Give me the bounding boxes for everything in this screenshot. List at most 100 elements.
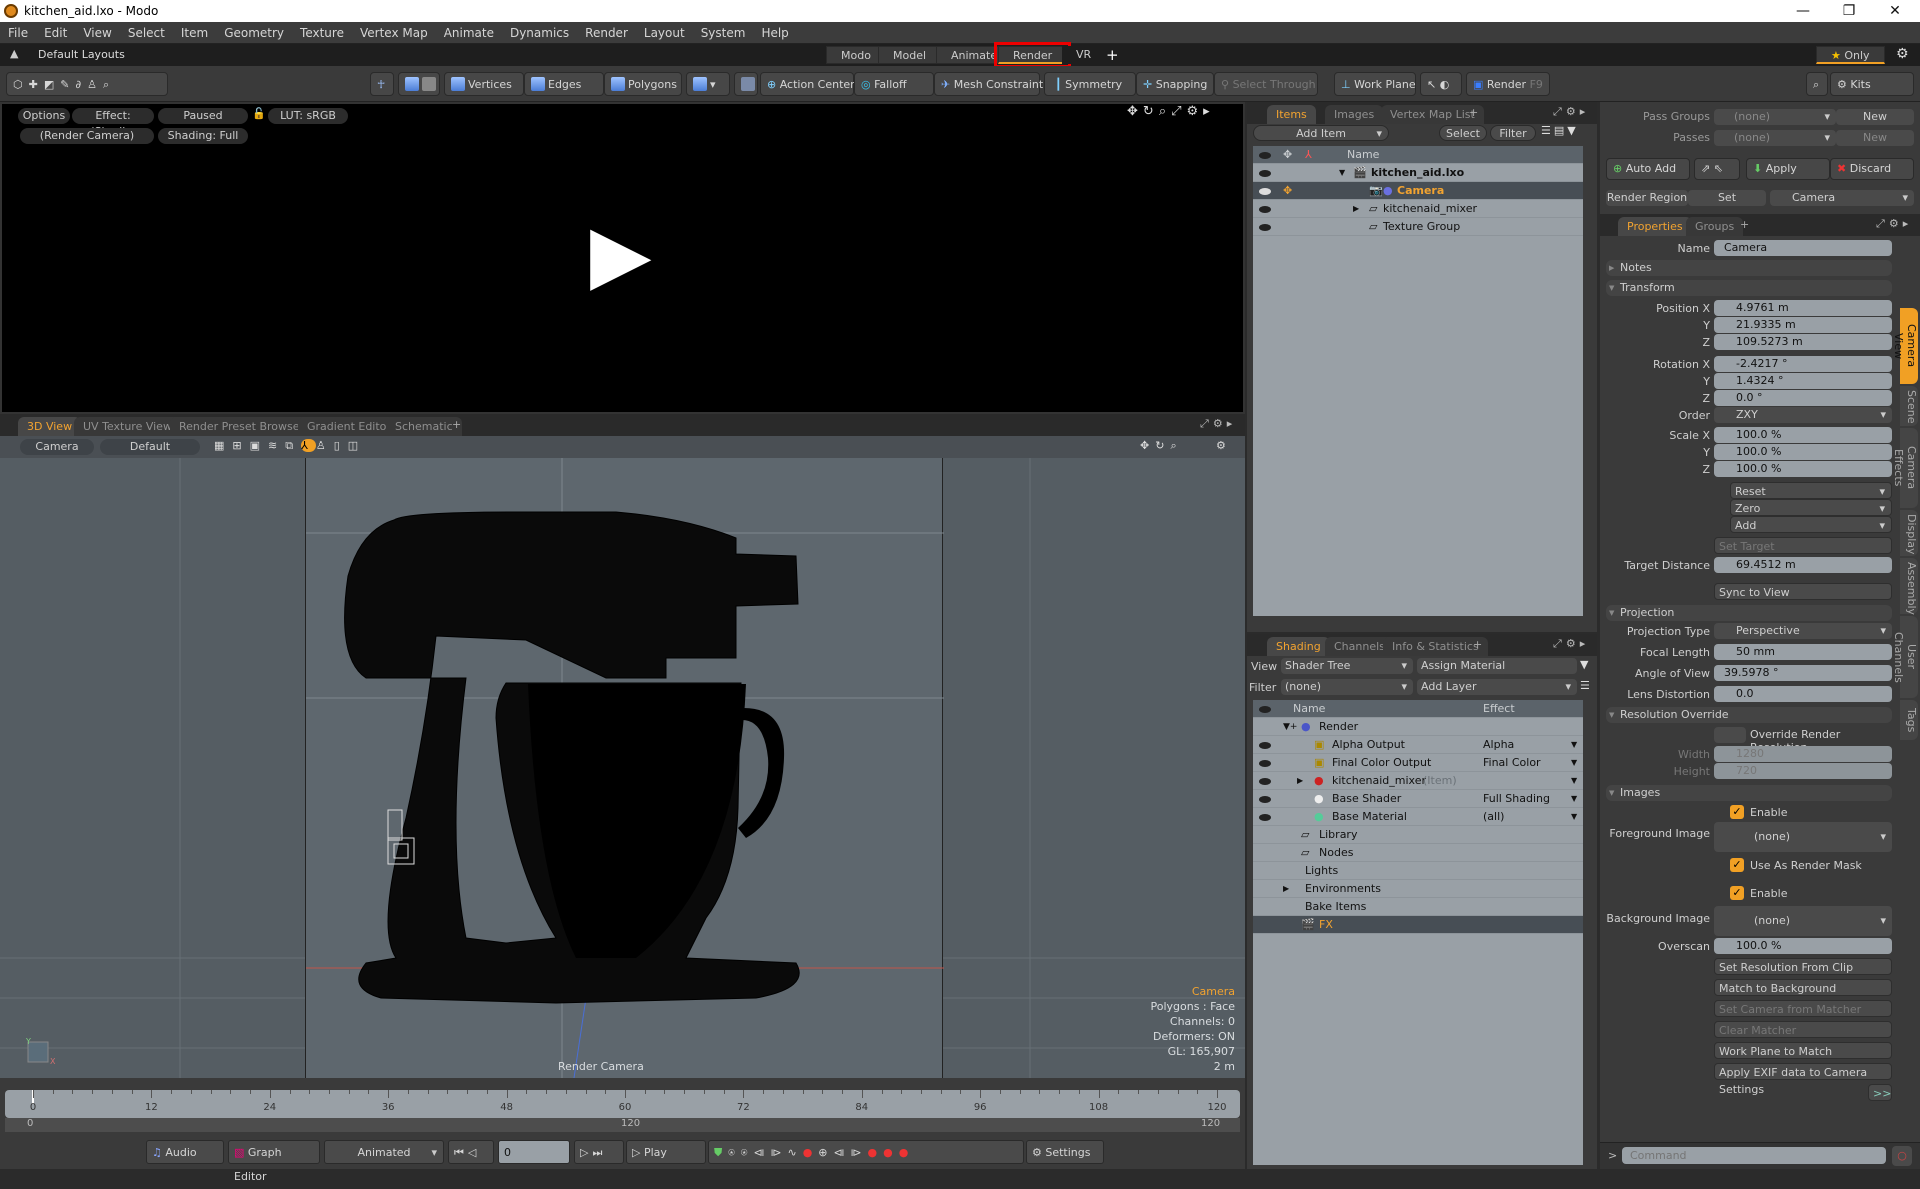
mesh-constraint-button[interactable]: ✈ Mesh Constraint [934, 72, 1043, 96]
visibility-eye-icon[interactable] [1259, 814, 1271, 821]
gear-icon[interactable]: ⚙ [1889, 217, 1903, 230]
add-item-dropdown[interactable]: Add Item [1253, 125, 1389, 142]
key-del-icon[interactable]: ● [868, 1146, 884, 1159]
animated-dropdown[interactable]: Animated [324, 1140, 444, 1165]
layer-icon[interactable]: ▯ [334, 439, 348, 452]
side-tab-display[interactable]: Display [1900, 510, 1918, 556]
3d-viewport[interactable]: Render Camera YX Camera Polygons : Face … [0, 458, 1245, 1078]
sculpt-icon[interactable]: ∂ [75, 78, 87, 91]
symmetry-button[interactable]: ┃ Symmetry [1044, 72, 1136, 96]
push-channel-icon[interactable]: ⇗ [1701, 162, 1710, 175]
pan-icon[interactable]: ✥ [1140, 439, 1155, 452]
visibility-eye-icon[interactable] [1259, 170, 1271, 177]
background-enable-checkbox[interactable]: ✓ [1730, 886, 1744, 900]
side-tab-camera-view[interactable]: Camera View [1892, 308, 1918, 384]
layouts-label[interactable]: Default Layouts [38, 48, 125, 61]
add-tab-button[interactable]: + [1469, 106, 1478, 119]
render-options-button[interactable]: Options [18, 108, 70, 124]
item-mode-button[interactable] [398, 72, 440, 96]
rotate-icon[interactable]: ↻ [1143, 104, 1159, 119]
menu-edit[interactable]: Edit [36, 22, 75, 44]
width-field[interactable]: 1280 [1714, 746, 1892, 762]
restore-button[interactable]: ❐ [1826, 0, 1872, 22]
wire-icon[interactable]: ≋ [268, 439, 285, 452]
prev-key-icon[interactable]: ⧏ [753, 1146, 770, 1159]
new-pass-button[interactable]: New [1836, 130, 1914, 146]
expand-arrow-icon[interactable]: ▶ [1353, 200, 1359, 218]
shader-row-final-color-output[interactable]: ▣ Final Color Output Final Color ▼ [1253, 754, 1583, 772]
funnel-icon[interactable]: ▼ [1567, 124, 1578, 137]
sync-to-view-button[interactable]: Sync to View [1714, 583, 1892, 600]
shading-dropdown[interactable]: Shading: Full [158, 128, 248, 144]
set-resolution-from-clip-button[interactable]: Set Resolution From Clip [1714, 958, 1892, 975]
materials-mode-dropdown[interactable]: ▾ [686, 72, 730, 96]
tab-groups[interactable]: Groups [1686, 217, 1744, 236]
effect-dropdown-icon[interactable]: ▼ [1571, 754, 1577, 772]
settings-button[interactable]: ⚙ Settings [1026, 1140, 1104, 1164]
step-back-icon[interactable]: ◁ [468, 1146, 480, 1159]
polygons-button[interactable]: Polygons [604, 72, 682, 96]
arrow-icon[interactable]: ▸ [1580, 637, 1590, 650]
images-section[interactable]: Images [1606, 785, 1892, 801]
menu-select[interactable]: Select [120, 22, 173, 44]
new-pass-group-button[interactable]: New [1836, 109, 1914, 125]
expand-arrow-icon[interactable]: ▸ [1203, 104, 1215, 119]
tab-schematic[interactable]: Schematic [386, 417, 462, 436]
expand-arrow-icon[interactable]: ▼ [1339, 164, 1345, 182]
position-z-field[interactable]: 109.5273 m [1714, 334, 1892, 350]
select-region-icon[interactable]: ◩ [44, 78, 60, 91]
lut-dropdown[interactable]: LUT: sRGB [268, 108, 348, 124]
render-button[interactable]: ▣ Render F9 [1466, 72, 1550, 96]
skip-start-icon[interactable]: ⏮ [454, 1146, 468, 1159]
gear-icon[interactable]: ⚙ [1566, 105, 1580, 118]
effect-value[interactable]: (all) [1483, 808, 1504, 826]
box-tool-icon[interactable]: ⬡ [13, 78, 29, 91]
command-input[interactable] [1622, 1147, 1886, 1164]
search-tool-icon[interactable]: ⌕ [103, 78, 115, 91]
visibility-eye-icon[interactable] [1259, 760, 1271, 767]
shader-row-render[interactable]: ▼+ ● Render [1253, 718, 1583, 736]
channel-buttons[interactable]: ⇗ ⇖ [1694, 158, 1740, 180]
zoom-icon[interactable]: ⌕ [1159, 104, 1171, 119]
menu-animate[interactable]: Animate [436, 22, 502, 44]
effect-value[interactable]: Full Shading [1483, 790, 1550, 808]
add-dropdown[interactable]: Add [1730, 516, 1892, 534]
falloff-button[interactable]: ◎ Falloff [854, 72, 934, 96]
zero-dropdown[interactable]: Zero [1730, 499, 1892, 517]
background-image-dropdown[interactable]: (none) [1714, 906, 1892, 936]
gear-icon[interactable]: ⚙ [1566, 637, 1580, 650]
discard-button[interactable]: ✖ Discard [1830, 158, 1914, 180]
auto-add-button[interactable]: ⊕ Auto Add [1606, 158, 1690, 180]
side-tab-camera-effects[interactable]: Camera Effects [1892, 428, 1918, 508]
arrow-icon[interactable]: ▸ [1903, 217, 1913, 230]
lock-icon[interactable]: 🔓 [252, 107, 266, 120]
curve-icon[interactable]: ∿ [787, 1146, 802, 1159]
visibility-eye-icon[interactable] [1259, 206, 1271, 213]
list-icon[interactable]: ☰ [1580, 679, 1590, 692]
target-distance-field[interactable]: 69.4512 m [1714, 557, 1892, 573]
shader-row-library[interactable]: ▱ Library [1253, 826, 1583, 844]
apply-exif-button[interactable]: Apply EXIF data to Camera Settings [1714, 1063, 1892, 1096]
layers-icon[interactable]: ◫ [348, 439, 366, 452]
transform-section[interactable]: Transform [1606, 280, 1892, 296]
menu-file[interactable]: File [0, 22, 36, 44]
add-tab-button[interactable]: + [1473, 638, 1482, 651]
rotation-z-field[interactable]: 0.0 ° [1714, 390, 1892, 406]
effect-dropdown-icon[interactable]: ▼ [1571, 772, 1577, 790]
arrow-icon[interactable]: ▸ [1580, 105, 1590, 118]
maximize-icon[interactable]: ⤢ [1200, 417, 1213, 430]
layout-tab-model[interactable]: Model [878, 46, 942, 64]
skip-end-icon[interactable]: ⏭ [592, 1146, 606, 1159]
view-dropdown[interactable]: Shader Tree [1281, 658, 1413, 674]
match-to-background-button[interactable]: Match to Background [1714, 979, 1892, 996]
settings-gear-icon[interactable]: ⚙ [1187, 104, 1204, 119]
visibility-eye-icon[interactable] [1259, 778, 1271, 785]
component-mode-icon[interactable]: ☥ [370, 72, 394, 96]
visibility-eye-icon[interactable] [1259, 224, 1271, 231]
kits-button[interactable]: ⚙ Kits [1830, 72, 1914, 96]
add-layout-button[interactable]: + [1106, 46, 1119, 64]
shader-row-bake-items[interactable]: Bake Items [1253, 898, 1583, 916]
key-icon[interactable]: ⛊ [714, 1146, 728, 1159]
maximize-icon[interactable]: ⤢ [1876, 217, 1889, 230]
menu-geometry[interactable]: Geometry [216, 22, 292, 44]
